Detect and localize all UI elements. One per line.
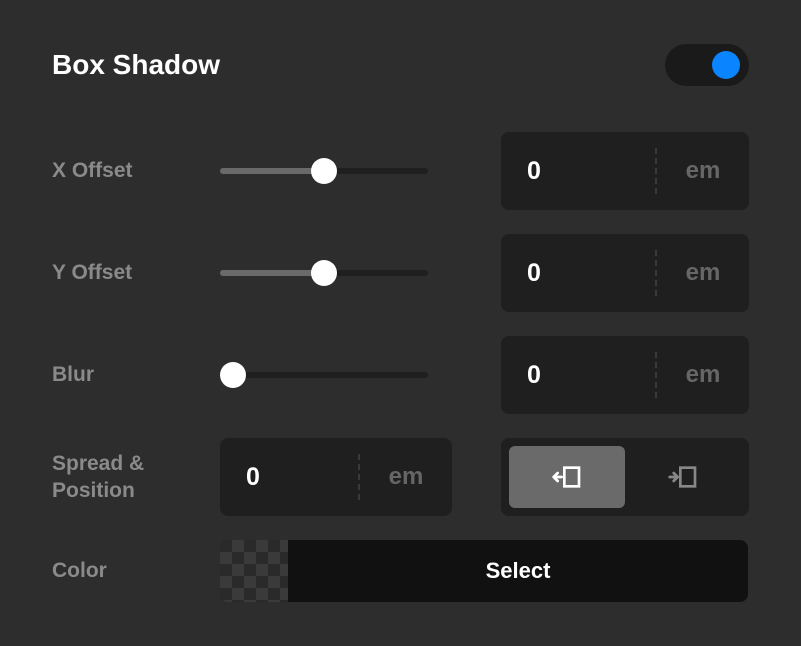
position-inside-button[interactable] [625, 446, 741, 508]
y-offset-value-box[interactable]: 0 em [501, 234, 749, 312]
blur-row: Blur 0 em [52, 336, 749, 414]
outset-icon [551, 461, 583, 493]
color-select-button[interactable]: Select [220, 540, 748, 602]
y-offset-unit: em [655, 250, 749, 296]
blur-label: Blur [52, 361, 220, 388]
x-offset-label: X Offset [52, 157, 220, 184]
spread-position-row: Spread & Position 0 em [52, 438, 749, 516]
box-shadow-panel: Box Shadow X Offset 0 em Y Offset 0 em B… [0, 0, 801, 646]
y-offset-slider[interactable] [220, 270, 428, 276]
toggle-knob [712, 51, 740, 79]
x-offset-slider-wrap [220, 168, 452, 174]
y-offset-row: Y Offset 0 em [52, 234, 749, 312]
y-offset-label: Y Offset [52, 259, 220, 286]
blur-slider-wrap [220, 372, 452, 378]
inset-icon [667, 461, 699, 493]
box-shadow-toggle[interactable] [665, 44, 749, 86]
blur-slider[interactable] [220, 372, 428, 378]
panel-header: Box Shadow [52, 44, 749, 86]
blur-value: 0 [501, 361, 655, 390]
spread-position-label: Spread & Position [52, 450, 220, 505]
blur-value-box[interactable]: 0 em [501, 336, 749, 414]
color-row: Color Select [52, 540, 749, 602]
x-offset-row: X Offset 0 em [52, 132, 749, 210]
color-swatch-transparent [220, 540, 288, 602]
y-offset-value: 0 [501, 259, 655, 288]
spread-unit: em [358, 454, 452, 500]
color-select-label: Select [288, 540, 748, 602]
x-offset-value: 0 [501, 157, 655, 186]
spread-value: 0 [220, 463, 358, 492]
color-label: Color [52, 557, 220, 584]
position-outside-button[interactable] [509, 446, 625, 508]
x-offset-unit: em [655, 148, 749, 194]
spread-value-box[interactable]: 0 em [220, 438, 452, 516]
x-offset-slider[interactable] [220, 168, 428, 174]
blur-unit: em [655, 352, 749, 398]
x-offset-value-box[interactable]: 0 em [501, 132, 749, 210]
panel-title: Box Shadow [52, 49, 220, 81]
y-offset-slider-wrap [220, 270, 452, 276]
position-toggle-group [501, 438, 749, 516]
